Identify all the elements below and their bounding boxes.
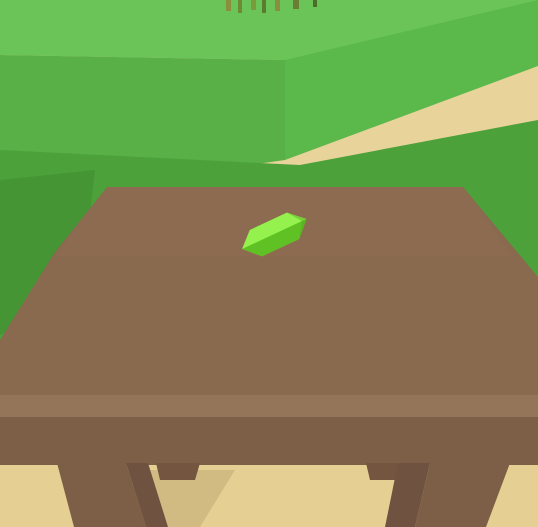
table-front-edge: [0, 395, 538, 417]
table-apron: [0, 417, 538, 465]
game-viewport[interactable]: [0, 0, 538, 527]
scene-canvas: [0, 0, 538, 527]
